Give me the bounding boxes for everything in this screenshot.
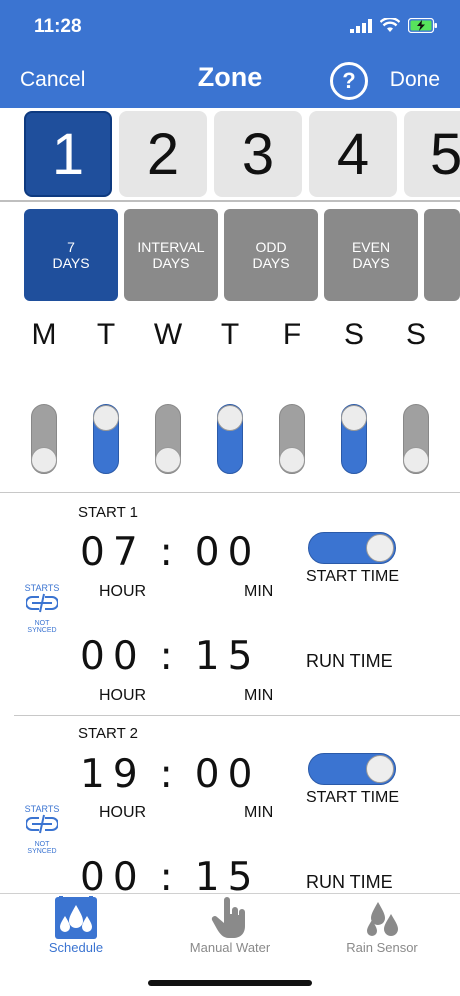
- sync-status: NOT SYNCED: [27, 620, 57, 634]
- start-1-label: START 1: [78, 504, 139, 521]
- start-1-run-time[interactable]: 00:15: [80, 634, 260, 679]
- start-2-hour-label: HOUR: [99, 804, 147, 821]
- schedule-interval-days-button[interactable]: INTERVAL DAYS: [124, 209, 218, 301]
- sync-title: STARTS: [24, 804, 60, 814]
- day-label-monday: M: [31, 318, 57, 351]
- start-1-min-value[interactable]: 00: [195, 530, 261, 575]
- schedule-odd-days-button[interactable]: ODD DAYS: [224, 209, 318, 301]
- wifi-icon: [380, 18, 400, 32]
- zone-selector: 1 2 3 4 5: [0, 108, 460, 202]
- day-label-tuesday: T: [96, 318, 116, 351]
- signal-icon: [350, 18, 372, 33]
- day-label-sunday: S: [405, 318, 426, 351]
- done-button[interactable]: Done: [390, 68, 440, 92]
- day-label-saturday: S: [343, 318, 364, 351]
- unlink-icon: [25, 593, 59, 613]
- start-1-run-min-label: MIN: [244, 687, 274, 704]
- tab-rain-sensor-label: Rain Sensor: [346, 940, 418, 955]
- start-1-sync-status[interactable]: STARTS NOT SYNCED: [20, 583, 64, 634]
- sync-title: STARTS: [24, 583, 60, 593]
- zone-tile-5[interactable]: 5: [404, 111, 460, 197]
- status-time: 11:28: [34, 16, 82, 37]
- battery-charging-icon: [408, 18, 437, 33]
- zone-tile-2[interactable]: 2: [119, 111, 207, 197]
- day-label-friday: F: [282, 318, 302, 351]
- hand-tap-icon: [211, 897, 245, 938]
- schedule-even-days-button[interactable]: EVEN DAYS: [324, 209, 418, 301]
- status-icons: [350, 18, 438, 33]
- tab-manual-water-label: Manual Water: [189, 940, 271, 955]
- day-label-thursday: T: [220, 318, 240, 351]
- day-toggle-saturday[interactable]: [341, 404, 367, 474]
- start-1-run-hour-label: HOUR: [99, 687, 147, 704]
- day-toggle-monday[interactable]: [31, 404, 57, 474]
- start-1-enable-switch[interactable]: [308, 532, 396, 564]
- sync-status: NOT SYNCED: [27, 841, 57, 855]
- start-2-time[interactable]: 19:00: [80, 752, 260, 797]
- zone-tile-4[interactable]: 4: [309, 111, 397, 197]
- start-2-min-value[interactable]: 00: [195, 752, 261, 797]
- nav-header: 11:28 Cancel Zone ? Done: [0, 0, 460, 108]
- start-2-sync-status[interactable]: STARTS NOT SYNCED: [20, 804, 64, 855]
- question-icon: ?: [342, 68, 356, 93]
- home-indicator[interactable]: [148, 980, 312, 986]
- help-button[interactable]: ?: [330, 62, 368, 100]
- schedule-more-button[interactable]: [424, 209, 460, 301]
- start-1-time[interactable]: 07:00: [80, 530, 260, 575]
- start-2-hour-value[interactable]: 19: [80, 752, 146, 797]
- start-1-hour-value[interactable]: 07: [80, 530, 146, 575]
- start-2-min-label: MIN: [244, 804, 274, 821]
- start-1-start-time-label: START TIME: [306, 568, 400, 585]
- start-1-hour-label: HOUR: [99, 583, 147, 600]
- schedule-drops-icon: [55, 896, 97, 939]
- start-1-run-time-label: RUN TIME: [306, 651, 393, 671]
- zone-tile-1[interactable]: 1: [24, 111, 112, 197]
- day-toggle-thursday[interactable]: [217, 404, 243, 474]
- day-label-wednesday: W: [153, 318, 183, 351]
- zone-screen: 11:28 Cancel Zone ? Done 1 2 3 4 5 7 DAY…: [0, 0, 460, 996]
- start-2-label: START 2: [78, 725, 139, 742]
- start-divider: [14, 715, 460, 716]
- day-toggle-friday[interactable]: [279, 404, 305, 474]
- rain-drops-icon: [367, 902, 398, 936]
- schedule-7-days-button[interactable]: 7 DAYS: [24, 209, 118, 301]
- day-toggle-tuesday[interactable]: [93, 404, 119, 474]
- zone-tile-3[interactable]: 3: [214, 111, 302, 197]
- start-2-enable-switch[interactable]: [308, 753, 396, 785]
- day-toggle-wednesday[interactable]: [155, 404, 181, 474]
- start-2-run-time-label: RUN TIME: [306, 872, 393, 892]
- unlink-icon: [25, 814, 59, 834]
- start-1-min-label: MIN: [244, 583, 274, 600]
- schedule-type-selector: 7 DAYS INTERVAL DAYS ODD DAYS EVEN DAYS: [0, 207, 460, 303]
- day-toggle-sunday[interactable]: [403, 404, 429, 474]
- start-2-start-time-label: START TIME: [306, 789, 400, 806]
- start-1-run-hour-value[interactable]: 00: [80, 634, 146, 679]
- start-1-run-min-value[interactable]: 15: [195, 634, 261, 679]
- section-divider: [0, 492, 460, 493]
- tab-schedule-label: Schedule: [48, 940, 104, 955]
